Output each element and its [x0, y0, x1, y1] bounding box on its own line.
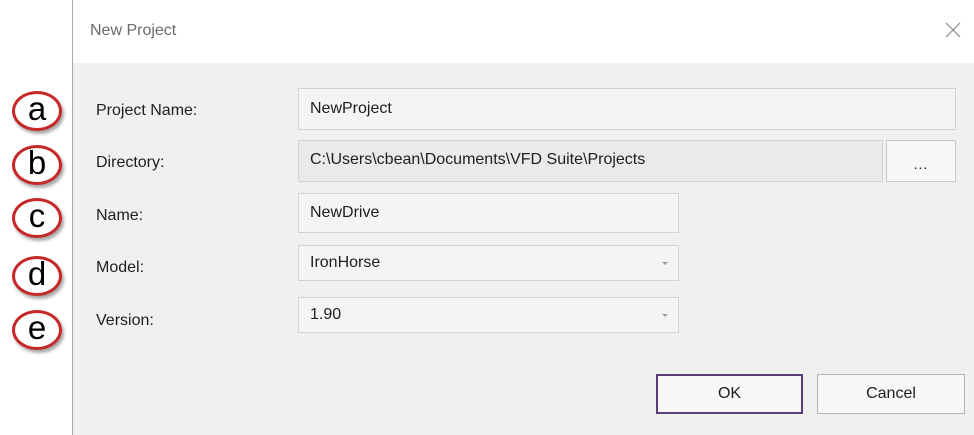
callout-d: d [12, 256, 62, 296]
directory-label: Directory: [96, 154, 165, 171]
title-bar: New Project [73, 0, 974, 63]
version-label: Version: [96, 312, 154, 329]
cancel-button[interactable]: Cancel [817, 374, 965, 414]
callout-b: b [12, 145, 62, 185]
ok-button[interactable]: OK [656, 374, 803, 414]
callout-a: a [12, 91, 62, 131]
model-value: IronHorse [310, 254, 381, 271]
name-value: NewDrive [310, 204, 380, 221]
directory-input[interactable]: C:\Users\cbean\Documents\VFD Suite\Proje… [298, 140, 883, 182]
browse-button[interactable]: ... [886, 140, 956, 182]
callout-e: e [12, 310, 62, 350]
project-name-input[interactable]: NewProject [298, 88, 956, 130]
screenshot-stage: a b c d e New Project Project Name: NewP… [0, 0, 974, 435]
chevron-down-icon [662, 314, 668, 317]
close-icon [945, 22, 961, 38]
callout-c: c [12, 198, 62, 238]
new-project-dialog: New Project Project Name: NewProject Dir… [72, 0, 974, 435]
version-select[interactable]: 1.90 [298, 297, 679, 333]
model-select[interactable]: IronHorse [298, 245, 679, 281]
project-name-label: Project Name: [96, 102, 198, 119]
close-button[interactable] [938, 15, 968, 45]
model-label: Model: [96, 259, 145, 276]
directory-value: C:\Users\cbean\Documents\VFD Suite\Proje… [310, 151, 646, 168]
dialog-title: New Project [90, 22, 177, 39]
project-name-value: NewProject [310, 100, 392, 117]
version-value: 1.90 [310, 306, 342, 323]
name-input[interactable]: NewDrive [298, 193, 679, 233]
chevron-down-icon [662, 262, 668, 265]
name-label: Name: [96, 207, 144, 224]
